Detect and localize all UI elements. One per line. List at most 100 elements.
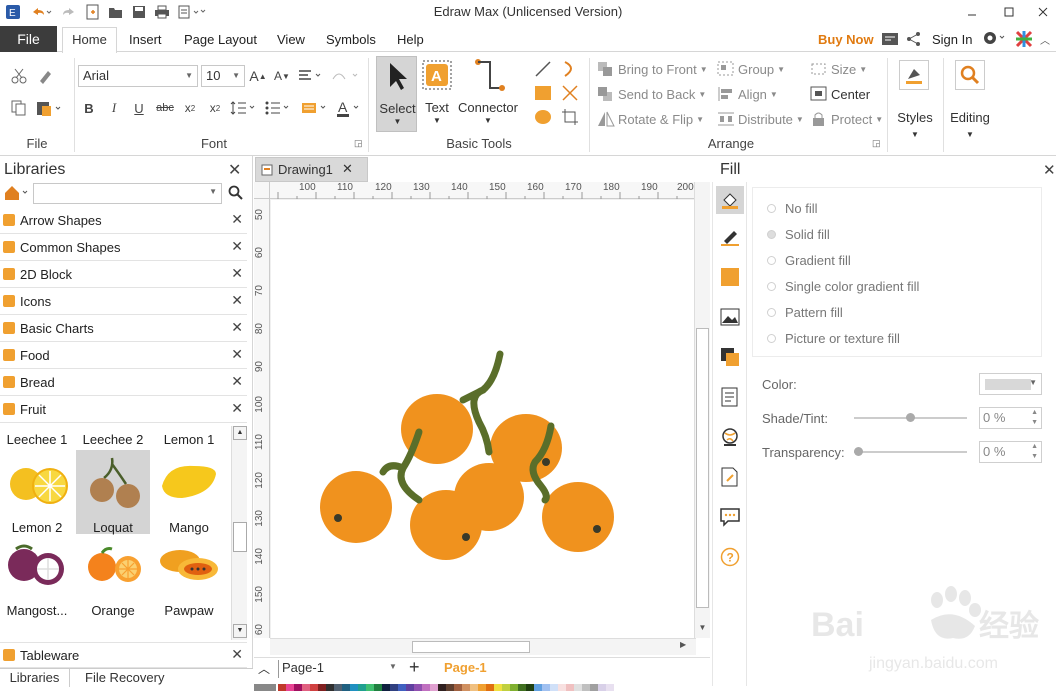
- image-icon[interactable]: [719, 306, 741, 328]
- shrink-font-icon[interactable]: A ▼: [272, 66, 292, 86]
- scroll-up-icon[interactable]: ▲: [233, 426, 247, 440]
- color-picker[interactable]: ▼: [979, 373, 1042, 395]
- shape-orange[interactable]: Orange: [76, 537, 150, 621]
- library-item-2d-block[interactable]: 2D Block ✕: [0, 262, 247, 288]
- close-icon[interactable]: ✕: [342, 161, 353, 177]
- library-item-basic-charts[interactable]: Basic Charts ✕: [0, 316, 247, 342]
- font-size-select[interactable]: 10 ▼: [201, 65, 245, 87]
- library-item-arrow-shapes[interactable]: Arrow Shapes ✕: [0, 208, 247, 234]
- rotate-flip-button[interactable]: Rotate & Flip ▼: [597, 110, 704, 128]
- minimize-icon[interactable]: [965, 4, 979, 20]
- subscript-button[interactable]: x2: [180, 98, 200, 118]
- tab-page-layout[interactable]: Page Layout: [184, 30, 257, 52]
- canvas-vertical-scrollbar[interactable]: ▼: [694, 182, 710, 638]
- crop-tool-icon[interactable]: [560, 108, 580, 126]
- document-tab[interactable]: Drawing1 ✕: [255, 157, 368, 182]
- cart-icon[interactable]: [881, 31, 901, 50]
- collapse-ribbon-icon[interactable]: ︿: [1040, 32, 1050, 47]
- underline-button[interactable]: U: [130, 98, 148, 118]
- sign-in-link[interactable]: Sign In: [932, 30, 972, 52]
- bullets-icon[interactable]: [263, 98, 293, 118]
- strikethrough-button[interactable]: abc: [154, 98, 176, 118]
- tab-symbols[interactable]: Symbols: [326, 30, 376, 52]
- page-properties-icon[interactable]: [719, 386, 741, 408]
- scrollbar-thumb[interactable]: [233, 522, 247, 552]
- arrange-dialog-launcher-icon[interactable]: ◲: [872, 138, 881, 149]
- theme-icon[interactable]: [1015, 30, 1033, 51]
- fill-icon[interactable]: [716, 186, 744, 214]
- layers-icon[interactable]: [719, 346, 741, 368]
- line-spacing-icon[interactable]: [230, 98, 258, 118]
- share-icon[interactable]: [906, 31, 922, 50]
- shade-tint-input[interactable]: 0 % ▲ ▼: [979, 407, 1042, 429]
- drawing-page[interactable]: [271, 200, 696, 638]
- tab-libraries[interactable]: Libraries: [0, 669, 70, 687]
- restore-icon[interactable]: [1002, 4, 1016, 20]
- add-page-icon[interactable]: +: [409, 657, 420, 678]
- close-icon[interactable]: ✕: [228, 160, 241, 180]
- library-item-tableware[interactable]: Tableware ✕: [0, 642, 247, 668]
- library-scrollbar[interactable]: ▲ ▼: [231, 426, 247, 640]
- line-tool-icon[interactable]: [533, 60, 553, 78]
- cut-icon[interactable]: [8, 66, 30, 86]
- paste-icon[interactable]: [34, 98, 64, 118]
- arc-tool-icon[interactable]: [560, 60, 580, 78]
- scrollbar-thumb[interactable]: [696, 328, 709, 608]
- text-button[interactable]: A Text ▼: [419, 56, 455, 132]
- group-button[interactable]: Group ▼: [717, 60, 785, 78]
- protect-button[interactable]: Protect ▼: [810, 110, 883, 128]
- size-button[interactable]: Size ▼: [810, 60, 867, 78]
- library-item-icons[interactable]: Icons ✕: [0, 289, 247, 315]
- edit-document-icon[interactable]: [719, 466, 741, 488]
- tab-home[interactable]: Home: [62, 27, 117, 53]
- shape-mangosteen[interactable]: Mangost...: [0, 537, 74, 621]
- cross-tool-icon[interactable]: [560, 84, 580, 102]
- library-item-common-shapes[interactable]: Common Shapes ✕: [0, 235, 247, 261]
- rectangle-tool-icon[interactable]: [533, 84, 553, 102]
- bring-to-front-button[interactable]: Bring to Front ▼: [597, 60, 708, 78]
- font-name-select[interactable]: Arial ▼: [78, 65, 198, 87]
- loquat-drawing[interactable]: [271, 200, 696, 638]
- connector-button[interactable]: Connector ▼: [456, 56, 520, 132]
- select-button[interactable]: Select ▼: [376, 56, 417, 132]
- font-color-icon[interactable]: A: [335, 98, 363, 118]
- tab-help[interactable]: Help: [397, 30, 424, 52]
- editing-button[interactable]: Editing ▼: [947, 56, 993, 146]
- highlight-color-icon[interactable]: [300, 98, 330, 118]
- home-icon[interactable]: [3, 184, 31, 205]
- close-icon[interactable]: ✕: [231, 319, 243, 336]
- close-icon[interactable]: ✕: [231, 265, 243, 282]
- tab-file-recovery[interactable]: File Recovery: [85, 669, 164, 687]
- close-icon[interactable]: ✕: [231, 373, 243, 390]
- chevron-up-icon[interactable]: ︿: [258, 660, 270, 677]
- gear-icon[interactable]: [982, 30, 1008, 49]
- send-to-back-button[interactable]: Send to Back ▼: [597, 85, 706, 103]
- shade-tint-slider[interactable]: [854, 413, 967, 422]
- close-icon[interactable]: ✕: [231, 211, 243, 228]
- close-icon[interactable]: [1036, 4, 1050, 20]
- close-icon[interactable]: ✕: [231, 646, 243, 663]
- library-item-bread[interactable]: Bread ✕: [0, 370, 247, 396]
- ellipse-tool-icon[interactable]: [533, 108, 553, 126]
- page-tab-active[interactable]: Page-1: [444, 660, 487, 675]
- scroll-down-icon[interactable]: ▼: [233, 624, 247, 638]
- help-icon[interactable]: ?: [719, 546, 741, 568]
- library-search-input[interactable]: ▼: [33, 183, 222, 204]
- close-icon[interactable]: ✕: [231, 292, 243, 309]
- slider-knob[interactable]: [906, 413, 915, 422]
- buy-now-link[interactable]: Buy Now: [818, 30, 874, 52]
- search-icon[interactable]: [228, 185, 244, 204]
- copy-icon[interactable]: [8, 98, 30, 118]
- distribute-button[interactable]: Distribute ▼: [717, 110, 804, 128]
- font-dialog-launcher-icon[interactable]: ◲: [354, 138, 363, 149]
- close-icon[interactable]: ✕: [231, 346, 243, 363]
- comment-icon[interactable]: [719, 506, 741, 528]
- styles-button[interactable]: Styles ▼: [893, 56, 937, 146]
- close-icon[interactable]: ✕: [1043, 161, 1056, 179]
- tab-view[interactable]: View: [277, 30, 305, 52]
- close-icon[interactable]: ✕: [231, 400, 243, 417]
- tab-insert[interactable]: Insert: [129, 30, 162, 52]
- canvas-horizontal-scrollbar[interactable]: ▶: [270, 638, 696, 655]
- line-style-icon[interactable]: [719, 226, 741, 248]
- close-icon[interactable]: ✕: [231, 238, 243, 255]
